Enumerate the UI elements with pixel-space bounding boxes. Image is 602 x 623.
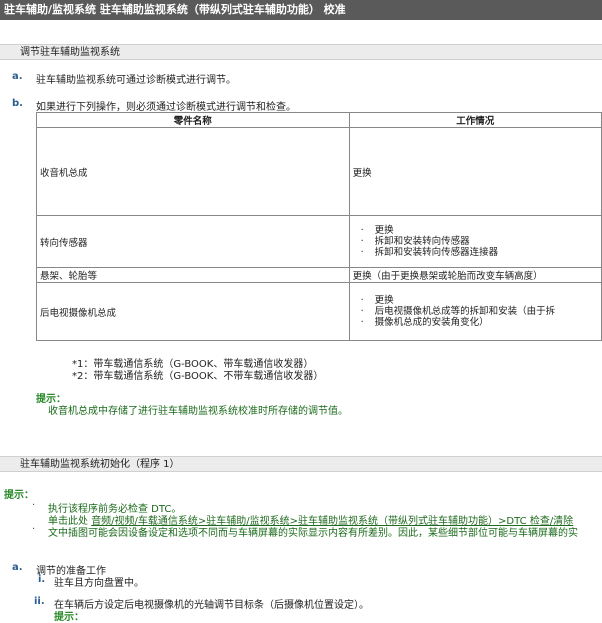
item-b-letter: b.	[12, 98, 23, 109]
table-header-work: 工作情况	[348, 112, 602, 128]
step-ii-num: ii.	[34, 596, 45, 607]
bullet-dot-icon: ·	[32, 524, 36, 535]
item-b-text: 如果进行下列操作，则必须通过诊断模式进行调节和检查。	[36, 102, 296, 113]
table-cell-part: 收音机总成	[36, 127, 350, 216]
table-cell-work: 更换（由于更换悬架或轮胎而改变车辆高度）	[348, 267, 602, 283]
table-header-part: 零件名称	[36, 112, 350, 128]
page-title: 驻车辅助/监视系统 驻车辅助监视系统（带纵列式驻车辅助功能） 校准	[0, 0, 602, 20]
hint-label-2: 提示：	[4, 490, 34, 501]
work-bullet: 拆卸和安装转向传感器连接器	[353, 247, 598, 258]
work-bullet-continued: 摄像机总成的安装角变化）	[353, 317, 598, 328]
table-cell-part: 转向传感器	[36, 215, 350, 268]
table-cell-part: 后电视摄像机总成	[36, 282, 350, 341]
item-a-letter: a.	[12, 71, 23, 82]
sub-hint-label: 提示：	[54, 612, 84, 623]
step-i-num: i.	[38, 574, 46, 585]
table-row: 转向传感器 更换 拆卸和安装转向传感器 拆卸和安装转向传感器连接器	[36, 215, 602, 268]
work-bullet: 后电视摄像机总成等的拆卸和安装（由于拆	[353, 306, 598, 317]
work-bullet: 更换	[353, 295, 598, 306]
footnote-2: *2：带车载通信系统（G-BOOK、不带车载通信收发器）	[72, 371, 324, 382]
step-ii-text: 在车辆后方设定后电视摄像机的光轴调节目标条（后摄像机位置设定）。	[54, 600, 369, 611]
table-row: 后电视摄像机总成 更换 后电视摄像机总成等的拆卸和安装（由于拆 摄像机总成的安装…	[36, 282, 602, 341]
item-a-text: 驻车辅助监视系统可通过诊断模式进行调节。	[36, 75, 236, 86]
section-heading-adjust: 调节驻车辅助监视系统	[0, 44, 602, 60]
table-row: 收音机总成 更换	[36, 127, 602, 216]
table-cell-work: 更换	[348, 127, 602, 216]
hint-text: 收音机总成中存储了进行驻车辅助监视系统校准时所存储的调节值。	[48, 406, 348, 417]
hint-bullet-illustration: 文中插图可能会因设备设定和选项不同而与车辆屏幕的实际显示内容有所差别。因此，某些…	[48, 528, 578, 539]
bullet-dot-icon: ·	[32, 500, 36, 511]
step-i-text: 驻车且方向盘置中。	[54, 578, 144, 589]
work-bullet: 更换	[353, 225, 598, 236]
table-cell-work: 更换 后电视摄像机总成等的拆卸和安装（由于拆 摄像机总成的安装角变化）	[348, 282, 602, 341]
work-bullet: 拆卸和安装转向传感器	[353, 236, 598, 247]
init-item-a-letter: a.	[12, 562, 23, 573]
table-cell-part: 悬架、轮胎等	[36, 267, 350, 283]
table-cell-work: 更换 拆卸和安装转向传感器 拆卸和安装转向传感器连接器	[348, 215, 602, 268]
table-row: 悬架、轮胎等 更换（由于更换悬架或轮胎而改变车辆高度）	[36, 267, 602, 283]
section-heading-init: 驻车辅助监视系统初始化（程序 1）	[0, 456, 602, 472]
parts-table: 零件名称 工作情况 收音机总成 更换 转向传感器 更换 拆卸和安装转向传感器 拆…	[36, 112, 602, 341]
